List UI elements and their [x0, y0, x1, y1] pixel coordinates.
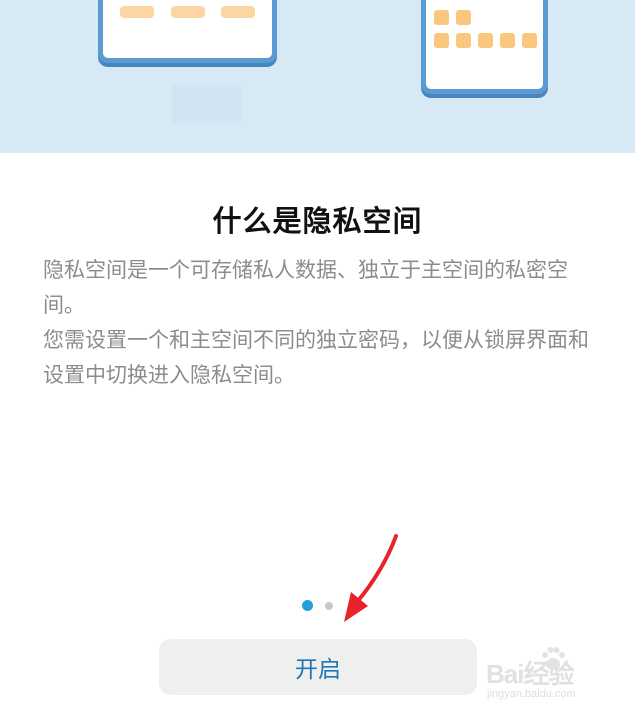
app-tile-graphic [478, 33, 493, 48]
page-indicator [0, 600, 635, 612]
watermark-brand: Bai经验 [486, 659, 574, 689]
app-tile-graphic [120, 6, 154, 18]
page-indicator-dot-active[interactable] [302, 600, 313, 611]
illustration-shadow-block [172, 85, 242, 123]
paw-icon [542, 647, 565, 670]
app-tile-graphic [434, 33, 449, 48]
app-tile-graphic [456, 10, 471, 25]
baidu-jingyan-watermark: Bai经验 jingyan.baidu.com [484, 638, 634, 710]
page-indicator-dot[interactable] [325, 602, 333, 610]
description-paragraph-1: 隐私空间是一个可存储私人数据、独立于主空间的私密空间。 [43, 258, 568, 317]
app-tile-graphic [500, 33, 515, 48]
privacy-space-description: 隐私空间是一个可存储私人数据、独立于主空间的私密空间。 您需设置一个和主空间不同… [43, 253, 601, 393]
app-tile-graphic [171, 6, 205, 18]
privacy-space-illustration [0, 0, 635, 153]
enable-button[interactable]: 开启 [159, 639, 477, 695]
description-paragraph-2: 您需设置一个和主空间不同的独立密码，以便从锁屏界面和设置中切换进入隐私空间。 [43, 328, 589, 387]
app-tile-graphic [456, 33, 471, 48]
app-tile-graphic [221, 6, 255, 18]
app-tile-graphic [522, 33, 537, 48]
private-space-phone-graphic [421, 0, 548, 94]
annotation-arrow-icon [344, 534, 398, 622]
page-title: 什么是隐私空间 [212, 204, 423, 238]
watermark-url: jingyan.baidu.com [487, 688, 576, 700]
app-tile-graphic [434, 10, 449, 25]
main-space-phone-graphic [98, 0, 277, 63]
